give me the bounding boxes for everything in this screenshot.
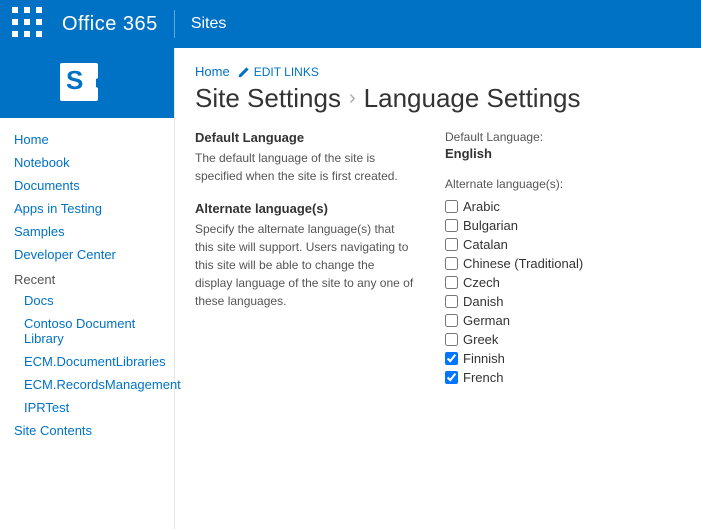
main-wrapper: S Home Notebook Documents Apps in Testin… — [0, 48, 701, 529]
language-checkbox-greek[interactable] — [445, 333, 458, 346]
default-language-title: Default Language — [195, 130, 415, 145]
alternate-language-desc: Specify the alternate language(s) that t… — [195, 220, 415, 310]
edit-links-label: EDIT LINKS — [254, 65, 319, 79]
sidebar-item-documents[interactable]: Documents — [0, 174, 174, 197]
sidebar-logo: S — [0, 48, 174, 118]
list-item: Chinese (Traditional) — [445, 256, 681, 271]
language-label: Danish — [463, 294, 503, 309]
language-checkbox-bulgarian[interactable] — [445, 219, 458, 232]
waffle-menu[interactable] — [12, 7, 46, 41]
list-item: Czech — [445, 275, 681, 290]
top-bar: Office 365 Sites — [0, 0, 701, 48]
sidebar: S Home Notebook Documents Apps in Testin… — [0, 48, 175, 529]
default-language-desc: The default language of the site is spec… — [195, 149, 415, 185]
sidebar-item-developer-center[interactable]: Developer Center — [0, 243, 174, 266]
language-label: Catalan — [463, 237, 508, 252]
list-item: Arabic — [445, 199, 681, 214]
sidebar-item-contoso[interactable]: Contoso Document Library — [0, 312, 174, 350]
language-checkbox-french[interactable] — [445, 371, 458, 384]
breadcrumb-home[interactable]: Home — [195, 64, 230, 79]
language-label: Bulgarian — [463, 218, 518, 233]
sidebar-item-ecm-doc[interactable]: ECM.DocumentLibraries — [0, 350, 174, 373]
sidebar-item-docs[interactable]: Docs — [0, 289, 174, 312]
breadcrumb: Home EDIT LINKS — [195, 64, 681, 79]
sites-label: Sites — [191, 15, 227, 33]
page-title-arrow: › — [349, 87, 356, 110]
list-item: Danish — [445, 294, 681, 309]
language-label: Chinese (Traditional) — [463, 256, 583, 271]
page-title-sub: Language Settings — [364, 83, 581, 114]
sidebar-item-notebook[interactable]: Notebook — [0, 151, 174, 174]
language-label: Arabic — [463, 199, 500, 214]
pencil-icon — [238, 66, 250, 78]
sidebar-item-home[interactable]: Home — [0, 128, 174, 151]
page-title: Site Settings › Language Settings — [195, 83, 681, 114]
language-checkbox-finnish[interactable] — [445, 352, 458, 365]
sidebar-item-ecm-records[interactable]: ECM.RecordsManagement — [0, 373, 174, 396]
language-checkbox-chinese-traditional[interactable] — [445, 257, 458, 270]
settings-left-col: Default Language The default language of… — [195, 130, 415, 389]
language-checkbox-german[interactable] — [445, 314, 458, 327]
settings-columns: Default Language The default language of… — [195, 130, 681, 389]
language-checkbox-catalan[interactable] — [445, 238, 458, 251]
sidebar-item-apps-testing[interactable]: Apps in Testing — [0, 197, 174, 220]
svg-text:S: S — [66, 65, 83, 95]
list-item: French — [445, 370, 681, 385]
language-checkbox-czech[interactable] — [445, 276, 458, 289]
sharepoint-logo-icon: S — [60, 59, 115, 107]
breadcrumb-edit-links[interactable]: EDIT LINKS — [238, 65, 319, 79]
list-item: Bulgarian — [445, 218, 681, 233]
language-label: Greek — [463, 332, 498, 347]
page-title-main: Site Settings — [195, 83, 341, 114]
language-label: Czech — [463, 275, 500, 290]
sidebar-recent-label: Recent — [0, 266, 174, 289]
list-item: Greek — [445, 332, 681, 347]
settings-right-col: Default Language: English Alternate lang… — [445, 130, 681, 389]
content-area: Home EDIT LINKS Site Settings › Language… — [175, 48, 701, 529]
language-list: Arabic Bulgarian Catalan Chinese (Tradition… — [445, 199, 681, 385]
list-item: Finnish — [445, 351, 681, 366]
alt-lang-label: Alternate language(s): — [445, 177, 681, 191]
alternate-language-title: Alternate language(s) — [195, 201, 415, 216]
language-label: French — [463, 370, 503, 385]
default-lang-value: English — [445, 146, 681, 161]
language-label: German — [463, 313, 510, 328]
language-checkbox-arabic[interactable] — [445, 200, 458, 213]
list-item: German — [445, 313, 681, 328]
sidebar-item-site-contents[interactable]: Site Contents — [0, 419, 174, 442]
default-lang-label: Default Language: — [445, 130, 681, 144]
list-item: Catalan — [445, 237, 681, 252]
top-bar-divider — [174, 10, 175, 38]
sidebar-nav: Home Notebook Documents Apps in Testing … — [0, 118, 174, 452]
app-title: Office 365 — [62, 13, 158, 36]
sidebar-item-iprtest[interactable]: IPRTest — [0, 396, 174, 419]
language-checkbox-danish[interactable] — [445, 295, 458, 308]
sidebar-item-samples[interactable]: Samples — [0, 220, 174, 243]
language-label: Finnish — [463, 351, 505, 366]
